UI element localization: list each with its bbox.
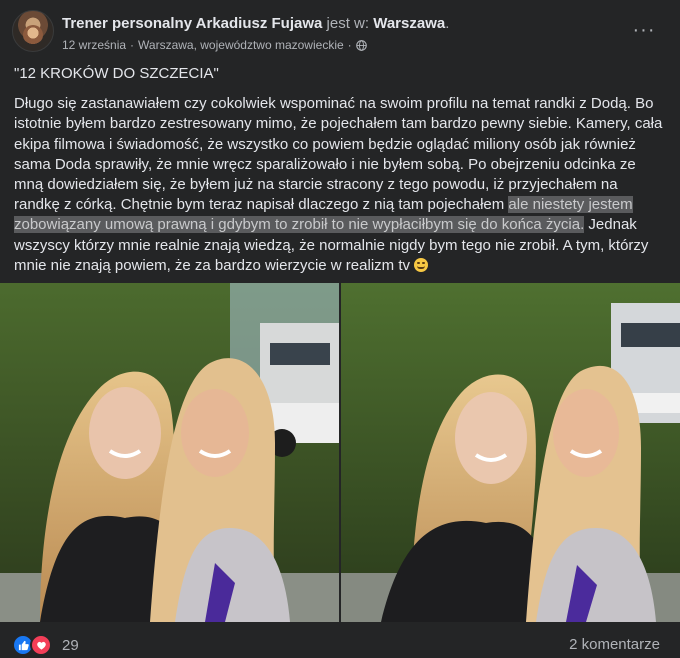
post-location[interactable]: Warszawa, województwo mazowieckie — [138, 38, 344, 52]
reaction-count: 29 — [62, 636, 79, 654]
photo-grid — [0, 283, 680, 622]
meta-separator-2: · — [347, 38, 352, 52]
post-card: Trener personalny Arkadiusz Fujawa jest … — [0, 0, 680, 658]
post-body: Długo się zastanawiałem czy cokolwiek ws… — [14, 94, 666, 276]
author-avatar[interactable] — [12, 10, 54, 52]
post-header: Trener personalny Arkadiusz Fujawa jest … — [12, 8, 668, 56]
post-text: "12 KROKÓW DO SZCZECIA" Długo się zastan… — [14, 64, 666, 276]
meta-separator: · — [130, 38, 135, 52]
globe-icon[interactable] — [355, 39, 367, 51]
post-meta: 12 września · Warszawa, województwo mazo… — [62, 38, 367, 52]
post-footer: 29 2 komentarze — [12, 628, 668, 658]
post-date-link[interactable]: 12 września — [62, 38, 126, 52]
author-name-link[interactable]: Trener personalny Arkadiusz Fujawa — [62, 15, 322, 32]
place-link[interactable]: Warszawa — [373, 15, 445, 32]
post-title-line: Trener personalny Arkadiusz Fujawa jest … — [62, 15, 449, 32]
post-photo-2[interactable] — [341, 283, 680, 622]
love-reaction-icon — [30, 634, 52, 656]
smile-emoji-icon — [414, 257, 429, 272]
reactions-summary[interactable]: 29 — [12, 634, 79, 656]
checkin-text: jest w: — [326, 15, 370, 32]
title-period: . — [445, 15, 450, 32]
post-headline: "12 KROKÓW DO SZCZECIA" — [14, 65, 219, 82]
comments-count-link[interactable]: 2 komentarze — [569, 636, 660, 653]
post-photo-1[interactable] — [0, 283, 339, 622]
more-options-button[interactable]: ··· — [628, 16, 660, 44]
